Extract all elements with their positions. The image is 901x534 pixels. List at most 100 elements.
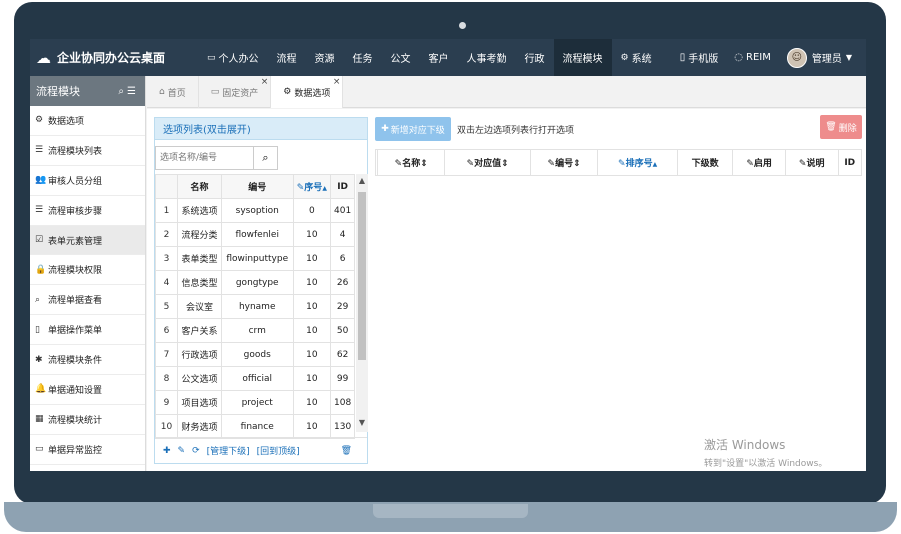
column-header[interactable]: ✎对应值⇕ (444, 149, 531, 176)
sidebar-item-4[interactable]: ☑ 表单元素管理 (30, 225, 145, 256)
nav-item-label: 资源 (314, 54, 335, 65)
tab-0[interactable]: ⌂ 首页 (147, 76, 199, 108)
add-child-button[interactable]: ✚ 新增对应下级 (375, 117, 451, 141)
column-header[interactable]: ✎排序号▲ (597, 149, 678, 176)
phone-icon: ▯ (679, 52, 686, 63)
sidebar-item-10[interactable]: ▦ 流程模块统计 (30, 405, 145, 435)
search-button[interactable]: ⌕ (254, 146, 278, 170)
delete-button[interactable]: 🗑 删除 (820, 115, 862, 139)
monitor-icon: ▭ (35, 444, 44, 455)
sidebar-item-9[interactable]: 🔔 单据通知设置 (30, 375, 145, 405)
nav-item-label: 客户 (428, 54, 449, 65)
brand[interactable]: ☁ 企业协同办公云桌面 (36, 39, 165, 76)
pencil-icon: ✎ (746, 159, 754, 169)
tab-2[interactable]: ⚙ 数据选项 × (271, 76, 344, 108)
user-menu[interactable]: ☺ 管理员 ▼ (779, 47, 860, 68)
edit-icon[interactable]: ✎ (178, 446, 186, 456)
tab-label: 首页 (167, 88, 186, 99)
table-cell: 10 (155, 414, 178, 439)
mobile-link[interactable]: ▯ 手机版 (672, 50, 727, 65)
scroll-down-icon[interactable]: ▼ (356, 418, 368, 430)
sidebar-header: 流程模块 ⌕☰ (30, 76, 145, 106)
scroll-thumb[interactable] (358, 192, 366, 360)
table-row[interactable]: 3 表单类型 flowinputtype 10 6 (155, 246, 355, 271)
table-cell: 7 (155, 342, 178, 367)
table-scrollbar[interactable]: ▲ ▼ (356, 174, 368, 432)
table-cell: 29 (330, 294, 355, 319)
nav-item-8[interactable]: 流程模块 (553, 39, 612, 76)
table-row[interactable]: 9 项目选项 project 10 108 (155, 390, 355, 415)
nav-item-label: 公文 (390, 54, 411, 65)
sidebar-item-6[interactable]: ⌕ 流程单据查看 (30, 285, 145, 316)
column-header[interactable]: ID (330, 174, 355, 199)
table-cell: 1 (155, 198, 178, 223)
sidebar-item-8[interactable]: ✱ 流程模块条件 (30, 345, 145, 376)
column-header[interactable] (155, 174, 178, 199)
nav-item-2[interactable]: 资源 (306, 39, 344, 76)
sidebar-item-11[interactable]: ▭ 单据异常监控 (30, 435, 145, 465)
close-icon[interactable]: × (261, 77, 269, 87)
nav-item-label: 流程模块 (562, 54, 603, 65)
table-row[interactable]: 2 流程分类 flowfenlei 10 4 (155, 222, 355, 247)
option-list-title: 选项列表(双击展开) (155, 118, 367, 140)
nav-item-4[interactable]: 公文 (382, 39, 420, 76)
add-icon[interactable]: ✚ (163, 446, 171, 456)
table-row[interactable]: 4 信息类型 gongtype 10 26 (155, 270, 355, 295)
nav-item-1[interactable]: 流程 (268, 39, 306, 76)
sidebar-item-label: 流程模块列表 (48, 146, 103, 157)
table-cell: project (220, 390, 294, 415)
back-to-top-link[interactable]: [回到顶级] (257, 444, 300, 457)
column-header[interactable]: ✎序号▲ (292, 174, 332, 199)
sidebar-item-7[interactable]: ▯ 单据操作菜单 (30, 315, 145, 346)
search-input[interactable] (155, 146, 254, 170)
trash-icon[interactable]: 🗑 (341, 446, 352, 456)
nav-item-5[interactable]: 客户 (420, 39, 458, 76)
reim-link[interactable]: ◌ REIM (726, 52, 779, 63)
bookmark-icon: ▯ (35, 324, 40, 335)
column-header[interactable]: ✎启用 (732, 149, 786, 176)
table-row[interactable]: 5 会议室 hyname 10 29 (155, 294, 355, 319)
table-cell: crm (220, 318, 294, 343)
sidebar-item-3[interactable]: ☰ 流程审核步骤 (30, 196, 145, 226)
sidebar-item-5[interactable]: 🔒 流程模块权限 (30, 255, 145, 286)
tab-label: 数据选项 (294, 88, 331, 99)
column-header[interactable]: 编号 (220, 174, 294, 199)
table-cell: gongtype (220, 270, 294, 295)
search-icon[interactable]: ⌕ (118, 86, 127, 97)
home-icon: ⌂ (159, 87, 165, 97)
column-header[interactable]: ✎名称⇕ (376, 149, 446, 176)
tab-1[interactable]: ▭ 固定资产 × (199, 76, 272, 108)
nav-item-3[interactable]: 任务 (344, 39, 382, 76)
nav-item-0[interactable]: ▭ 个人办公 (198, 39, 268, 76)
manage-children-link[interactable]: [管理下级] (207, 444, 250, 457)
menu-icon[interactable]: ☰ (127, 86, 139, 97)
column-header[interactable]: 下级数 (676, 149, 734, 176)
table-cell: 10 (292, 222, 332, 247)
table-cell: 公文选项 (177, 366, 222, 391)
table-row[interactable]: 10 财务选项 finance 10 130 (155, 414, 355, 439)
column-header[interactable]: ID (837, 149, 862, 176)
avatar: ☺ (786, 47, 807, 68)
hint-text: 双击左边选项列表行打开选项 (457, 125, 575, 136)
scroll-up-icon[interactable]: ▲ (356, 176, 368, 188)
sidebar-item-1[interactable]: ☰ 流程模块列表 (30, 136, 145, 166)
column-header[interactable]: ✎编号⇕ (529, 149, 599, 176)
table-row[interactable]: 7 行政选项 goods 10 62 (155, 342, 355, 367)
refresh-icon[interactable]: ⟳ (192, 446, 200, 456)
sidebar: 流程模块 ⌕☰ ⚙ 数据选项 ☰ 流程模块列表 👥 审核人员分组 ☰ 流程审核步骤 ☑ 表单元素管… (30, 76, 146, 471)
nav-item-label: 行政 (524, 54, 545, 65)
main-content: 选项列表(双击展开) ⌕ 名称编号✎序号▲ID 1系统选项sysoption04… (147, 109, 866, 471)
nav-item-9[interactable]: ⚙ 系统 (612, 39, 661, 76)
nav-item-6[interactable]: 人事考勤 (458, 39, 516, 76)
table-row[interactable]: 1 系统选项 sysoption 0 401 (155, 198, 355, 223)
sidebar-item-0[interactable]: ⚙ 数据选项 (30, 106, 145, 136)
sidebar-item-label: 流程审核步骤 (48, 206, 103, 217)
column-header[interactable]: 名称 (177, 174, 222, 199)
sidebar-item-2[interactable]: 👥 审核人员分组 (30, 166, 145, 196)
table-row[interactable]: 8 公文选项 official 10 99 (155, 366, 355, 391)
table-row[interactable]: 6 客户关系 crm 10 50 (155, 318, 355, 343)
close-icon[interactable]: × (333, 77, 341, 87)
table-cell: 客户关系 (177, 318, 222, 343)
column-header[interactable]: ✎说明 (784, 149, 839, 176)
nav-item-7[interactable]: 行政 (516, 39, 554, 76)
